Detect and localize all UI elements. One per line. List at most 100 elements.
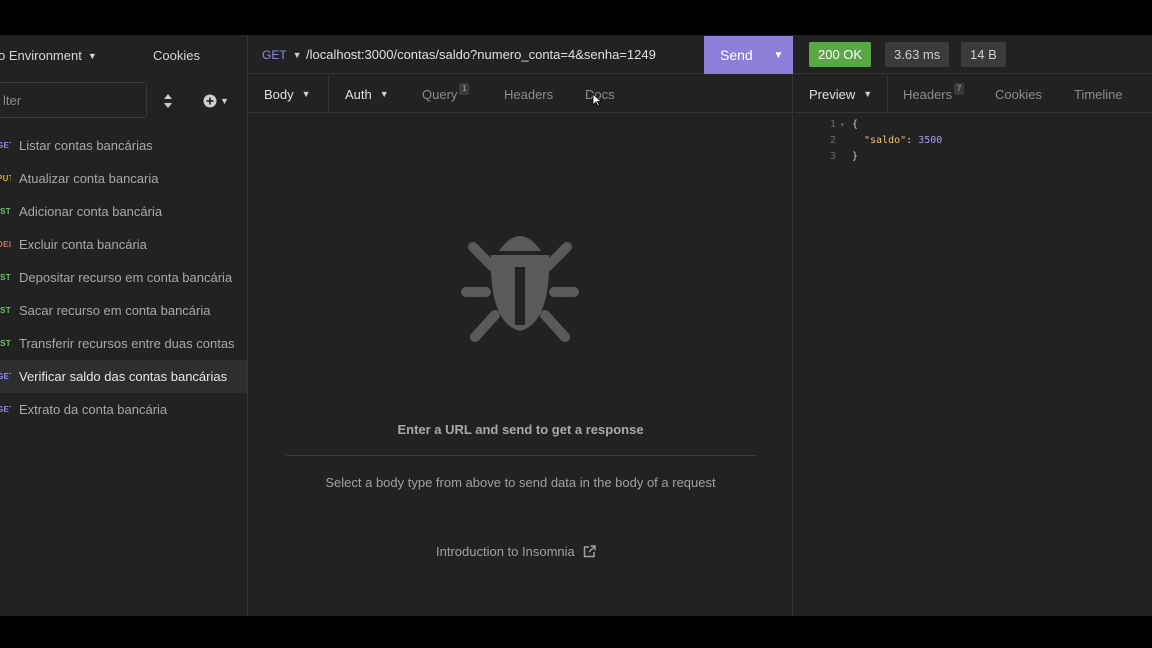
request-pane: GET ▼ /localhost:3000/contas/saldo?numer… — [248, 35, 793, 616]
request-label: Excluir conta bancária — [19, 237, 147, 252]
line-number: 1 — [829, 119, 836, 130]
code-text: } — [852, 151, 859, 162]
request-item-listar[interactable]: GET Listar contas bancárias — [0, 129, 247, 162]
request-item-atualizar[interactable]: PUT Atualizar conta bancaria — [0, 162, 247, 195]
code-line: 1 ▾ { — [794, 117, 1152, 133]
url-input[interactable]: /localhost:3000/contas/saldo?numero_cont… — [306, 47, 656, 62]
request-item-excluir[interactable]: DEL Excluir conta bancária — [0, 228, 247, 261]
tab-label: Headers — [504, 86, 554, 102]
tab-label: Auth — [345, 86, 372, 102]
environment-label: o Environment — [0, 48, 82, 63]
method-badge: POST — [0, 306, 11, 315]
send-options-caret-icon[interactable]: ▼ — [764, 36, 793, 74]
request-item-sacar[interactable]: POST Sacar recurso em conta bancária — [0, 294, 247, 327]
response-body-viewer: 1 ▾ { 2 "saldo": 3500 3 } — [794, 117, 1152, 165]
method-badge: GET — [0, 372, 11, 381]
plus-circle-icon — [203, 94, 217, 108]
cookies-button[interactable]: Cookies — [153, 48, 200, 63]
empty-state-hint: Select a body type from above to send da… — [325, 475, 716, 490]
request-label: Depositar recurso em conta bancária — [19, 270, 233, 285]
count-badge: 7 — [954, 83, 965, 95]
tab-label: Cookies — [995, 86, 1042, 102]
method-badge: POST — [0, 273, 11, 282]
divider — [286, 455, 756, 456]
request-label: Adicionar conta bancária — [19, 204, 163, 219]
sidebar: o Environment ▼ Cookies lter ▼ GET Lista… — [0, 35, 248, 616]
caret-down-icon: ▼ — [301, 89, 311, 99]
method-selector[interactable]: GET ▼ — [262, 48, 302, 62]
filter-input[interactable]: lter — [0, 82, 147, 118]
request-item-depositar[interactable]: POST Depositar recurso em conta bancária — [0, 261, 247, 294]
empty-state-title: Enter a URL and send to get a response — [397, 422, 644, 437]
method-badge: GET — [0, 141, 11, 150]
code-line: 3 } — [794, 149, 1152, 165]
request-label: Transferir recursos entre duas contas — [19, 336, 235, 351]
sidebar-header: o Environment ▼ Cookies — [0, 35, 248, 75]
tab-label: Body — [264, 86, 294, 102]
caret-down-icon: ▼ — [379, 89, 389, 99]
caret-down-icon: ▼ — [220, 96, 229, 106]
tab-label: Headers — [903, 86, 953, 102]
request-label: Atualizar conta bancaria — [19, 171, 159, 186]
sort-icon[interactable] — [161, 92, 175, 110]
line-number: 3 — [829, 151, 836, 162]
tab-auth[interactable]: Auth ▼ — [345, 75, 389, 113]
mouse-cursor-icon — [592, 93, 602, 107]
tab-label: Preview — [809, 86, 856, 102]
line-number: 2 — [829, 135, 836, 146]
request-item-transferir[interactable]: POST Transferir recursos entre duas cont… — [0, 327, 247, 360]
request-item-adicionar[interactable]: POST Adicionar conta bancária — [0, 195, 247, 228]
method-badge: DEL — [0, 240, 11, 249]
tab-label: Query — [422, 86, 458, 102]
request-list: GET Listar contas bancárias PUT Atualiza… — [0, 129, 247, 426]
response-time-badge: 3.63 ms — [885, 42, 950, 67]
request-tabs: Body ▼ Auth ▼ Query 1 Headers Docs — [248, 75, 793, 113]
request-label: Listar contas bancárias — [19, 138, 153, 153]
method-badge: POST — [0, 339, 11, 348]
code-text: { — [852, 119, 859, 130]
tab-divider — [887, 75, 888, 113]
url-bar: GET ▼ /localhost:3000/contas/saldo?numer… — [248, 35, 793, 74]
response-size-badge: 14 B — [961, 42, 1006, 67]
external-link-icon — [583, 545, 596, 558]
count-badge: 1 — [459, 83, 470, 95]
request-label: Extrato da conta bancária — [19, 402, 168, 417]
send-button[interactable]: Send ▼ — [704, 36, 793, 74]
tab-response-cookies[interactable]: Cookies — [995, 75, 1042, 113]
tab-body[interactable]: Body ▼ — [264, 75, 311, 113]
json-key: "saldo" — [864, 135, 907, 146]
environment-selector[interactable]: o Environment ▼ — [0, 48, 97, 63]
caret-down-icon: ▼ — [87, 50, 97, 61]
request-item-verificar-saldo[interactable]: GET Verificar saldo das contas bancárias — [0, 360, 247, 393]
method-badge: POST — [0, 207, 11, 216]
method-label: GET — [262, 48, 287, 62]
caret-down-icon: ▼ — [863, 89, 873, 99]
tab-label: Timeline — [1074, 86, 1123, 102]
caret-down-icon: ▼ — [292, 50, 302, 60]
request-label: Verificar saldo das contas bancárias — [19, 369, 228, 384]
response-pane: 200 OK 3.63 ms 14 B Preview ▼ Headers 7 … — [794, 35, 1152, 616]
insomnia-window: o Environment ▼ Cookies lter ▼ GET Lista… — [0, 35, 1152, 616]
response-tabs: Preview ▼ Headers 7 Cookies Timeline — [794, 75, 1152, 113]
send-label: Send — [720, 47, 753, 63]
code-text: "saldo": 3500 — [864, 135, 943, 146]
tab-preview[interactable]: Preview ▼ — [809, 75, 872, 113]
method-badge: GET — [0, 405, 11, 414]
json-value: 3500 — [918, 135, 943, 146]
response-status-bar: 200 OK 3.63 ms 14 B — [794, 35, 1152, 74]
tab-divider — [328, 75, 329, 113]
tab-timeline[interactable]: Timeline — [1074, 75, 1123, 113]
request-item-extrato[interactable]: GET Extrato da conta bancária — [0, 393, 247, 426]
link-label: Introduction to Insomnia — [436, 544, 575, 559]
add-menu-button[interactable]: ▼ — [203, 92, 233, 110]
tab-response-headers[interactable]: Headers 7 — [903, 75, 965, 113]
bug-icon — [461, 236, 579, 342]
status-badge: 200 OK — [809, 42, 872, 67]
code-line: 2 "saldo": 3500 — [794, 133, 1152, 149]
method-badge: PUT — [0, 174, 11, 183]
request-label: Sacar recurso em conta bancária — [19, 303, 211, 318]
tab-query[interactable]: Query 1 — [422, 75, 470, 113]
tab-headers[interactable]: Headers — [504, 75, 553, 113]
introduction-link[interactable]: Introduction to Insomnia — [436, 544, 596, 559]
fold-arrow-icon[interactable]: ▾ — [840, 117, 845, 133]
